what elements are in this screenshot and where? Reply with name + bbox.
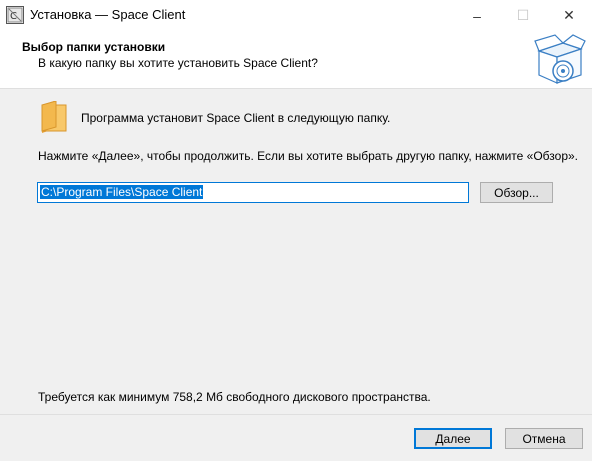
browse-button-label: Обзор... <box>494 185 539 200</box>
setup-app-icon: C <box>6 6 24 24</box>
install-path-input[interactable]: C:\Program Files\Space Client <box>37 182 469 203</box>
next-button[interactable]: Далее <box>414 428 492 449</box>
close-icon: ✕ <box>563 7 575 23</box>
minimize-icon: – <box>473 7 481 24</box>
page-subtitle: В какую папку вы хотите установить Space… <box>38 56 318 70</box>
cancel-button-label: Отмена <box>522 431 566 446</box>
install-info-text: Программа установит Space Client в следу… <box>81 111 391 125</box>
minimize-button[interactable]: – <box>454 0 500 31</box>
browse-button[interactable]: Обзор... <box>480 182 553 203</box>
wizard-footer <box>0 414 592 461</box>
maximize-button[interactable]: ☐ <box>500 0 546 31</box>
cancel-button[interactable]: Отмена <box>505 428 583 449</box>
install-path-value: C:\Program Files\Space Client <box>40 185 204 199</box>
instruction-text: Нажмите «Далее», чтобы продолжить. Если … <box>38 149 579 163</box>
close-button[interactable]: ✕ <box>546 0 592 31</box>
disk-space-text: Требуется как минимум 758,2 Мб свободног… <box>38 390 431 404</box>
next-button-label: Далее <box>435 431 471 446</box>
wizard-header: Выбор папки установки В какую папку вы х… <box>0 31 592 89</box>
page-title: Выбор папки установки <box>22 40 166 54</box>
installer-box-icon <box>534 34 586 84</box>
title-bar[interactable]: C Установка — Space Client – ☐ ✕ <box>0 0 592 31</box>
folder-icon <box>41 101 67 133</box>
window-title: Установка — Space Client <box>30 7 186 22</box>
maximize-icon: ☐ <box>516 7 530 23</box>
